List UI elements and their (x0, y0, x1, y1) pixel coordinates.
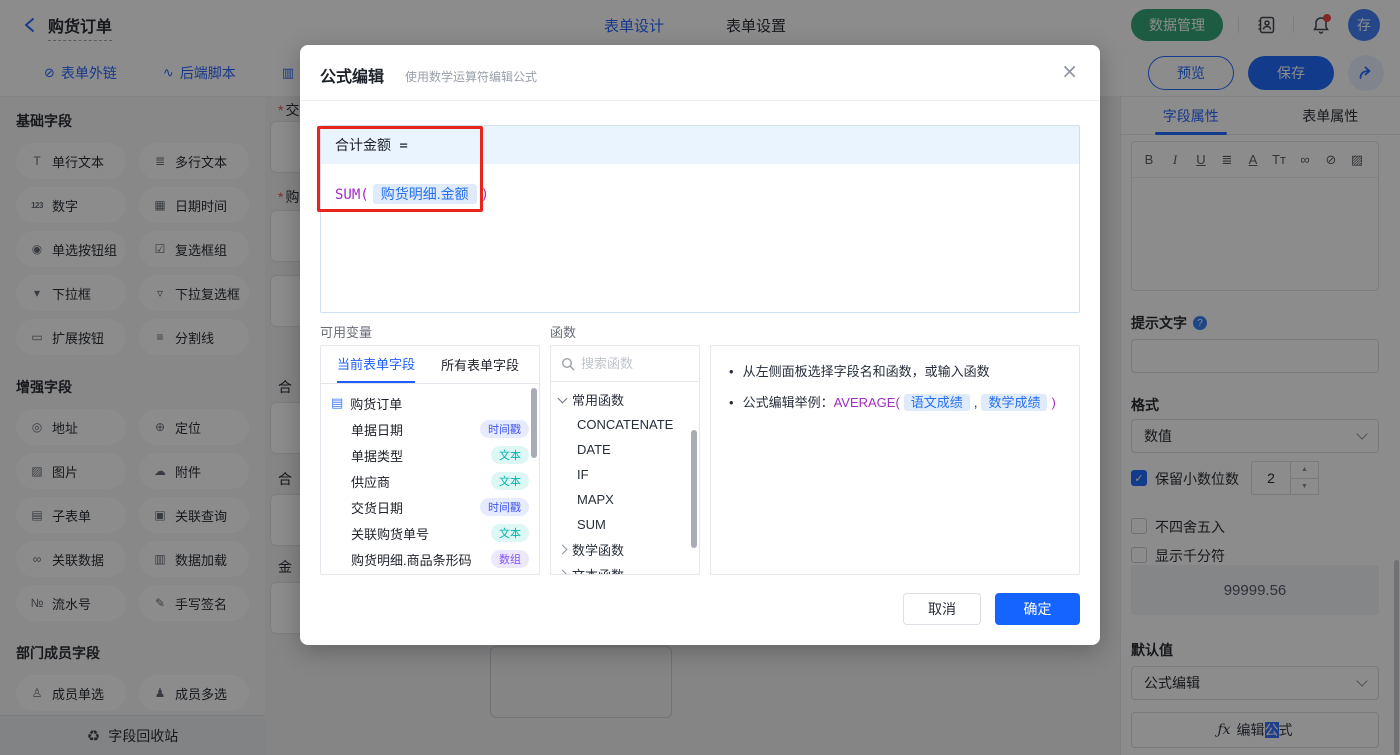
function-open-token: SUM( (335, 187, 369, 203)
variables-panel: 当前表单字段 所有表单字段 ▤ 购货订单 单据日期 时间戳 单据类型 文本 供应商文… (320, 345, 540, 575)
variables-tabs: 当前表单字段 所有表单字段 (321, 346, 539, 384)
tip-text: 公式编辑举例：AVERAGE(语文成绩,数学成绩) (743, 393, 1056, 413)
variable-name: 供应商 (351, 474, 391, 490)
function-search-box[interactable] (551, 346, 699, 382)
formula-edit-modal: 公式编辑 使用数学运算符编辑公式 × 合计金额 = SUM(购货明细.金额) 可… (300, 45, 1100, 645)
formula-help-panel: 从左侧面板选择字段名和函数，或输入函数 公式编辑举例：AVERAGE(语文成绩,… (710, 345, 1080, 575)
function-sum[interactable]: SUM (551, 512, 699, 537)
example-field-chip: 数学成绩 (981, 394, 1048, 411)
form-designer-page: 购货订单 表单设计 表单设置 数据管理 存 ⊘ 表单外链 ∿ 后端脚本 ▥ 预览… (0, 0, 1400, 755)
function-mapx[interactable]: MAPX (551, 487, 699, 512)
variable-name: 交货日期 (351, 500, 404, 516)
tab-current-form-fields[interactable]: 当前表单字段 (337, 346, 416, 383)
tip2-close-token: ) (1051, 395, 1056, 410)
variable-name: 单据类型 (351, 448, 404, 464)
functions-scrollbar-thumb[interactable] (691, 430, 697, 548)
formula-editor[interactable]: 合计金额 = SUM(购货明细.金额) (320, 125, 1080, 313)
type-badge: 数组 (491, 550, 529, 568)
variable-name: 购货明细.商品条形码 (351, 552, 472, 568)
functions-tree: 常用函数 CONCATENATE DATE IF MAPX SUM 数学函数 文… (551, 382, 699, 574)
document-icon: ▤ (331, 395, 344, 410)
chevron-right-icon (557, 569, 568, 574)
type-badge: 时间戳 (480, 498, 529, 516)
chevron-right-icon (557, 544, 568, 555)
tab-all-form-fields[interactable]: 所有表单字段 (441, 346, 519, 383)
help-tip-2: 公式编辑举例：AVERAGE(语文成绩,数学成绩) (729, 393, 1061, 413)
formula-target-row: 合计金额 = (321, 126, 1079, 164)
help-tip-1: 从左侧面板选择字段名和函数，或输入函数 (729, 362, 1061, 382)
tip2-comma: , (973, 395, 978, 410)
group-text-functions[interactable]: 文本函数 (551, 562, 699, 574)
variable-row[interactable]: 购货明细.商品条形码 数组 (321, 546, 539, 572)
field-chip[interactable]: 购货明细.金额 (372, 184, 477, 204)
modal-header-divider (300, 100, 1100, 101)
variables-scrollbar-thumb[interactable] (531, 388, 537, 458)
search-icon (561, 357, 575, 370)
group-label: 数学函数 (572, 543, 625, 558)
group-label: 文本函数 (572, 565, 624, 574)
close-icon[interactable]: × (1061, 59, 1078, 83)
group-label: 常用函数 (572, 393, 625, 408)
variables-tree: ▤ 购货订单 单据日期 时间戳 单据类型 文本 供应商 文本 交货日期 时间戳 关联购货… (321, 384, 539, 572)
tip2-function-token: AVERAGE( (833, 395, 900, 410)
functions-panel: 常用函数 CONCATENATE DATE IF MAPX SUM 数学函数 文… (550, 345, 700, 575)
variable-name: 单据日期 (351, 422, 404, 438)
modal-title: 公式编辑 (320, 69, 385, 86)
chevron-down-icon (557, 393, 568, 403)
variable-row[interactable]: 单据日期 时间戳 (321, 416, 539, 442)
variable-row[interactable]: 交货日期 时间戳 (321, 494, 539, 520)
variable-row[interactable]: 关联购货单号 文本 (321, 520, 539, 546)
group-common-functions[interactable]: 常用函数 (551, 387, 699, 412)
group-math-functions[interactable]: 数学函数 (551, 537, 699, 562)
confirm-button[interactable]: 确定 (995, 593, 1080, 625)
tip-text: 从左侧面板选择字段名和函数，或输入函数 (742, 364, 990, 379)
modal-subtitle: 使用数学运算符编辑公式 (405, 70, 538, 84)
variable-row[interactable]: 单据类型 文本 (321, 442, 539, 468)
function-search-input[interactable] (581, 356, 681, 371)
tree-root-label: 购货订单 (350, 396, 403, 412)
cancel-button[interactable]: 取消 (903, 593, 981, 625)
variable-name: 关联购货单号 (351, 526, 430, 542)
functions-section-label: 函数 (550, 325, 577, 340)
example-field-chip: 语文成绩 (903, 394, 970, 411)
function-concatenate[interactable]: CONCATENATE (551, 412, 699, 437)
tree-root-form[interactable]: ▤ 购货订单 (321, 390, 539, 416)
type-badge: 文本 (491, 524, 529, 542)
variable-row[interactable]: 供应商 文本 (321, 468, 539, 494)
tip2-prefix: 公式编辑举例： (742, 395, 834, 410)
function-date[interactable]: DATE (551, 437, 699, 462)
variables-section-label: 可用变量 (320, 325, 373, 340)
function-close-token: ) (480, 187, 490, 203)
formula-expression[interactable]: SUM(购货明细.金额) (321, 164, 1079, 204)
type-badge: 时间戳 (480, 420, 529, 438)
type-badge: 文本 (491, 472, 529, 490)
function-if[interactable]: IF (551, 462, 699, 487)
type-badge: 文本 (491, 446, 529, 464)
